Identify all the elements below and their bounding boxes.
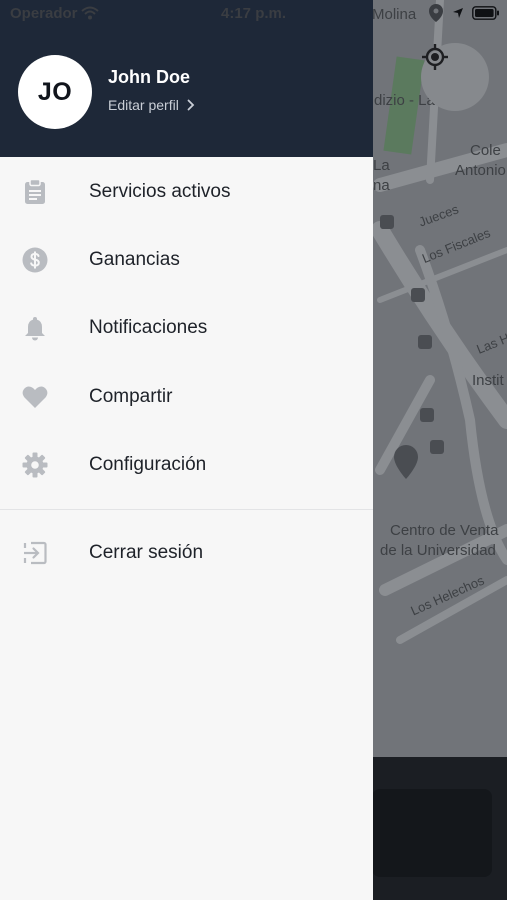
logout-icon xyxy=(22,540,48,566)
menu-label: Configuración xyxy=(89,454,207,475)
map-label-centro-2: de la Universidad xyxy=(380,542,496,559)
map-pin-status-icon xyxy=(429,4,443,22)
menu-item-cerrar-sesion[interactable]: Cerrar sesión xyxy=(0,523,373,583)
edit-profile-label: Editar perfil xyxy=(108,97,179,113)
menu-label: Cerrar sesión xyxy=(89,542,204,563)
map-label-instit: Instit xyxy=(472,372,504,389)
divider xyxy=(0,509,373,510)
clipboard-icon xyxy=(22,179,48,205)
menu-item-compartir[interactable]: Compartir xyxy=(0,367,373,427)
menu-label: Ganancias xyxy=(89,249,180,270)
bottom-action-card[interactable] xyxy=(372,789,492,877)
battery-icon xyxy=(472,6,499,20)
map-label-centro-1: Centro de Venta xyxy=(390,522,499,539)
carrier-label: Operador xyxy=(10,5,78,22)
gear-icon xyxy=(22,452,48,478)
clock: 4:17 p.m. xyxy=(221,5,287,22)
chevron-right-icon xyxy=(187,99,195,111)
menu-label: Notificaciones xyxy=(89,317,208,338)
menu-item-notificaciones[interactable]: Notificaciones xyxy=(0,298,373,358)
dollar-icon xyxy=(22,247,48,273)
map-label-la: La xyxy=(373,157,390,174)
heart-icon xyxy=(22,384,48,410)
menu-label: Servicios activos xyxy=(89,181,231,202)
status-bar: Operador 4:17 p.m. xyxy=(0,0,507,28)
avatar-initials: JO xyxy=(37,77,73,106)
menu-label: Compartir xyxy=(89,386,173,407)
map-label-antonio: Antonio xyxy=(455,162,506,179)
map-label-na: na xyxy=(373,177,390,194)
my-location-button[interactable] xyxy=(421,43,489,111)
map-label-colegio: Cole xyxy=(470,142,501,159)
avatar[interactable]: JO xyxy=(18,55,92,129)
side-drawer: JO John Doe Editar perfil Servicios acti… xyxy=(0,0,373,900)
menu-item-ganancias[interactable]: Ganancias xyxy=(0,230,373,290)
bell-icon xyxy=(22,315,48,341)
wifi-icon xyxy=(81,6,99,20)
crosshair-icon xyxy=(422,44,448,70)
edit-profile-link[interactable]: Editar perfil xyxy=(108,97,195,113)
location-arrow-icon xyxy=(453,8,463,18)
menu-item-configuracion[interactable]: Configuración xyxy=(0,435,373,495)
user-name: John Doe xyxy=(108,67,191,87)
menu-item-servicios-activos[interactable]: Servicios activos xyxy=(0,162,373,222)
